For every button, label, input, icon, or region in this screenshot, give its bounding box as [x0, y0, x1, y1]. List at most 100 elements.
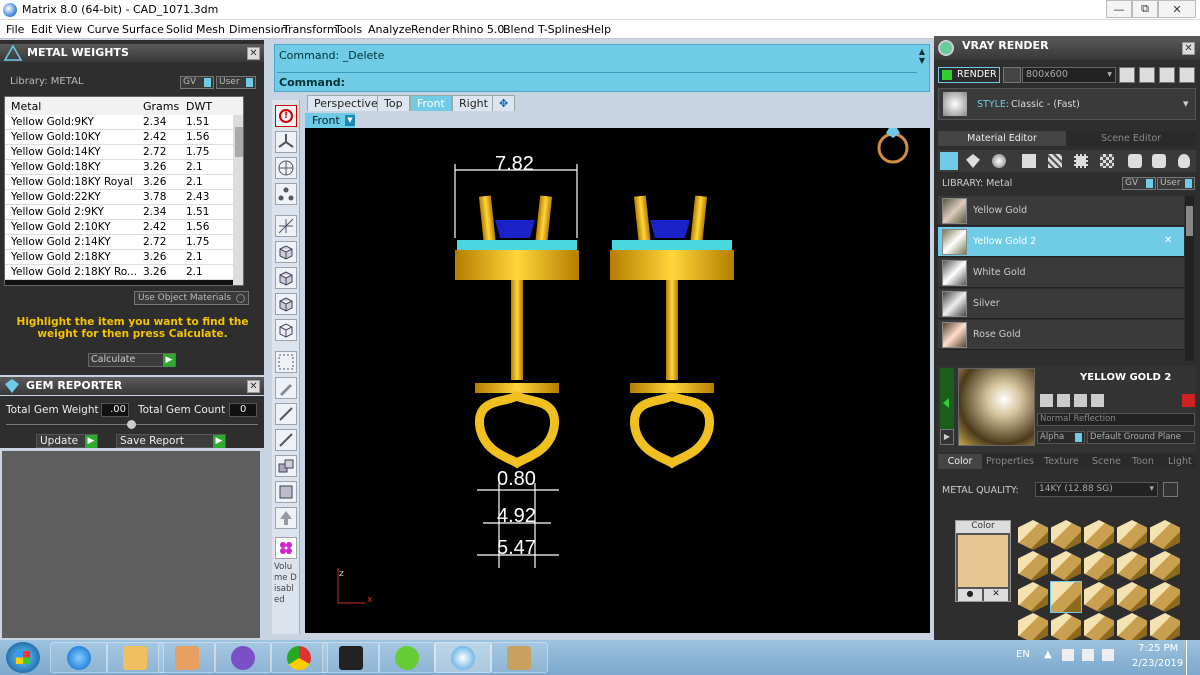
taskbar-corel[interactable] — [378, 642, 436, 673]
tab-material-editor[interactable]: Material Editor — [938, 131, 1066, 146]
reflection-select[interactable]: Normal Reflection — [1037, 413, 1195, 426]
tab-scene-editor[interactable]: Scene Editor — [1066, 131, 1196, 146]
user-toggle[interactable]: User — [216, 76, 256, 89]
square-icon[interactable] — [1022, 154, 1036, 168]
ring-icon[interactable] — [877, 128, 909, 164]
metal-quality-settings-icon[interactable] — [1163, 482, 1178, 497]
box-icon-2[interactable] — [275, 267, 297, 289]
gem-cluster-icon[interactable] — [275, 537, 297, 559]
material-white-gold[interactable]: White Gold — [938, 258, 1184, 288]
metal-quality-select[interactable]: 14KY (12.88 SG) ▾ — [1035, 482, 1158, 497]
style-select[interactable]: STYLE: Classic - (Fast) ▾ — [938, 88, 1196, 120]
table-scrollbar[interactable] — [233, 115, 243, 285]
close-icon[interactable]: ✕ — [247, 47, 260, 60]
clock-date[interactable]: 2/23/2019 — [1132, 658, 1183, 669]
subtab-properties[interactable]: Properties — [986, 456, 1034, 467]
tray-signal-icon[interactable] — [1082, 649, 1094, 661]
flame-icon[interactable] — [940, 152, 958, 170]
expand-icon[interactable]: ▶ — [940, 429, 954, 445]
rotate-icon[interactable] — [275, 429, 297, 451]
texture-icon[interactable] — [1074, 154, 1088, 168]
table-row[interactable]: Yellow Gold:18KY Royal 3.26 2.1 — [5, 175, 243, 190]
tab-perspective[interactable]: Perspective — [307, 95, 385, 111]
gem-icon[interactable] — [966, 154, 980, 168]
vray-user-toggle[interactable]: User — [1157, 177, 1195, 190]
menu-transform[interactable]: Transform — [283, 23, 338, 36]
menu-render[interactable]: Render — [411, 23, 450, 36]
pen-icon[interactable] — [275, 377, 297, 399]
material-rose-gold[interactable]: Rose Gold — [938, 320, 1184, 350]
calculate-button[interactable]: Calculate ▶ — [88, 353, 176, 367]
remove-icon[interactable]: ✕ — [1164, 235, 1172, 246]
cubes-icon[interactable] — [275, 455, 297, 477]
metal-color-cube[interactable] — [1084, 520, 1114, 550]
col-dwt[interactable]: DWT — [186, 100, 212, 113]
col-metal[interactable]: Metal — [11, 100, 41, 113]
metal-color-cube[interactable] — [1150, 582, 1180, 612]
arrow-up-icon[interactable] — [275, 507, 297, 529]
metal-color-cube[interactable] — [1117, 520, 1147, 550]
taskbar-chrome[interactable] — [270, 642, 328, 673]
taskbar-viber[interactable] — [214, 642, 272, 673]
use-object-materials-checkbox[interactable]: Use Object Materials — [134, 291, 249, 305]
current-color-swatch[interactable] — [958, 535, 1008, 587]
table-row[interactable]: Yellow Gold:22KY 3.78 2.43 — [5, 190, 243, 205]
copy-icon[interactable] — [1057, 394, 1070, 407]
render-button[interactable]: RENDER — [938, 67, 1000, 83]
table-row[interactable]: Yellow Gold 2:18KY Ro... 3.26 2.1 — [5, 265, 243, 280]
gem-slider[interactable] — [6, 420, 258, 429]
menu-help[interactable]: Help — [586, 23, 611, 36]
menu-dimension[interactable]: Dimension — [229, 23, 287, 36]
hand-icon[interactable] — [1152, 154, 1166, 168]
command-prompt[interactable]: Command: — [277, 72, 917, 89]
alpha-toggle[interactable]: Alpha — [1037, 431, 1085, 444]
metal-color-cube[interactable] — [1084, 582, 1114, 612]
off-icon[interactable] — [275, 403, 297, 425]
table-row[interactable]: Yellow Gold:14KY 2.72 1.75 — [5, 145, 243, 160]
add-view-tab[interactable]: ✥ — [492, 95, 516, 111]
save-icon[interactable] — [1040, 394, 1053, 407]
box-select-icon[interactable] — [275, 481, 297, 503]
table-row[interactable]: Yellow Gold:9KY 2.34 1.51 — [5, 115, 243, 130]
front-viewport[interactable]: 7.82 0.80 4.92 5.47 z x — [305, 128, 930, 633]
taskbar-media[interactable] — [158, 642, 216, 673]
material-yellow-gold-2[interactable]: Yellow Gold 2 ✕ — [938, 227, 1184, 257]
grid-view-icon[interactable] — [1139, 67, 1155, 83]
refresh-icon[interactable] — [1182, 394, 1195, 407]
table-row[interactable]: Yellow Gold 2:18KY 3.26 2.1 — [5, 250, 243, 265]
metal-color-cube[interactable] — [1150, 520, 1180, 550]
export-icon[interactable] — [1091, 394, 1104, 407]
metal-color-cube[interactable] — [1117, 551, 1147, 581]
menu-curve[interactable]: Curve — [87, 23, 119, 36]
checker-icon[interactable] — [1100, 154, 1114, 168]
box-icon-4[interactable] — [275, 319, 297, 341]
close-icon[interactable]: ✕ — [247, 380, 260, 393]
close-button[interactable]: ✕ — [1158, 0, 1196, 18]
menu-mesh[interactable]: Mesh — [196, 23, 225, 36]
tab-top[interactable]: Top — [377, 95, 410, 111]
menu-analyze[interactable]: Analyze — [368, 23, 411, 36]
subtab-texture[interactable]: Texture — [1044, 456, 1079, 467]
box-icon-3[interactable] — [275, 293, 297, 315]
tray-volume-icon[interactable] — [1102, 649, 1114, 661]
metal-color-cube[interactable] — [1018, 551, 1048, 581]
molecule-icon[interactable] — [275, 183, 297, 205]
paste-icon[interactable] — [1074, 394, 1087, 407]
menu-surface[interactable]: Surface — [122, 23, 164, 36]
table-row[interactable]: Yellow Gold 2:14KY 2.72 1.75 — [5, 235, 243, 250]
rewind-icon[interactable] — [1119, 67, 1135, 83]
metal-color-cube[interactable] — [1117, 582, 1147, 612]
ground-plane-select[interactable]: Default Ground Plane — [1087, 431, 1195, 444]
metal-color-cube[interactable] — [1050, 581, 1082, 613]
clock-time[interactable]: 7:25 PM — [1138, 643, 1178, 654]
update-button[interactable]: Update ▶ — [36, 434, 98, 448]
table-row[interactable]: Yellow Gold:18KY 3.26 2.1 — [5, 160, 243, 175]
menu-view[interactable]: View — [56, 23, 82, 36]
subtab-light[interactable]: Light — [1168, 456, 1192, 467]
show-desktop-button[interactable] — [1186, 640, 1200, 675]
menu-tsplines[interactable]: T-Splines — [538, 23, 587, 36]
language-indicator[interactable]: EN — [1016, 649, 1030, 660]
tray-chevron-icon[interactable]: ▲ — [1044, 649, 1052, 660]
viewport-label[interactable]: Front ▼ — [305, 113, 355, 128]
sphere-icon[interactable] — [992, 154, 1006, 168]
